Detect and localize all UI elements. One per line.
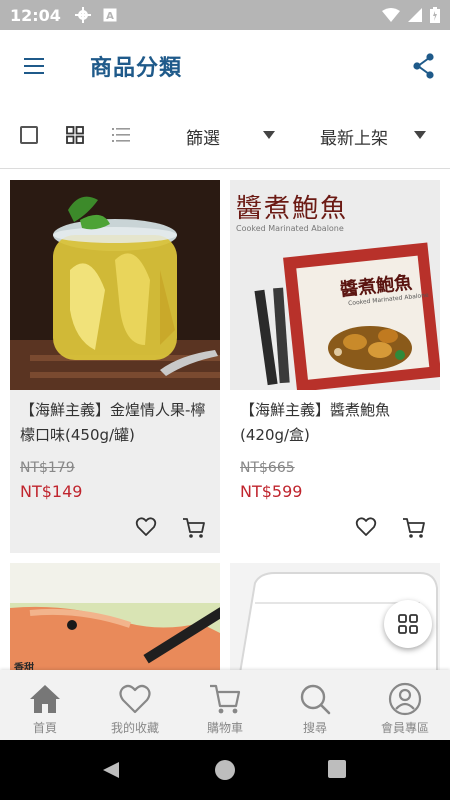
bottom-nav: 首頁 我的收藏 購物車 搜尋 會員專區: [0, 670, 450, 740]
battery-icon: [430, 7, 440, 23]
product-card[interactable]: 香甜: [10, 563, 220, 673]
nav-favorites[interactable]: 我的收藏: [90, 670, 180, 740]
nav-label: 搜尋: [302, 721, 327, 735]
gear-icon: [74, 7, 91, 23]
heart-icon[interactable]: [355, 516, 377, 538]
nav-label: 會員專區: [380, 721, 429, 735]
product-image[interactable]: [10, 563, 220, 673]
grid-apps-button[interactable]: [384, 600, 432, 648]
back-icon[interactable]: [101, 760, 121, 780]
status-bar: 12:04 A: [0, 0, 450, 30]
sale-price: NT$599: [240, 482, 303, 501]
product-name[interactable]: 【海鮮主義】醬煮鮑魚(420g/盒): [240, 398, 436, 448]
product-card[interactable]: 醬煮鮑魚 Cooked Marinated Abalone 醬煮鮑魚 Cooke…: [230, 180, 440, 553]
sort-label: 最新上架: [320, 128, 388, 149]
product-card[interactable]: 【海鮮主義】金煌情人果-檸檬口味(450g/罐) NT$179 NT$149: [10, 180, 220, 553]
filter-dropdown[interactable]: 篩選: [186, 122, 276, 150]
list-view-icon[interactable]: [112, 126, 130, 144]
app-bar: 商品分類: [0, 30, 450, 102]
system-nav-bar: [0, 740, 450, 800]
add-to-cart-icon[interactable]: [402, 516, 426, 540]
status-time: 12:04: [10, 5, 61, 25]
nav-label: 我的收藏: [110, 721, 159, 735]
original-price: NT$179: [20, 460, 75, 476]
wifi-icon: [382, 8, 400, 22]
filter-label: 篩選: [186, 128, 220, 149]
caret-down-icon: [414, 131, 426, 139]
home-circle-icon[interactable]: [215, 760, 235, 780]
heart-icon[interactable]: [135, 516, 157, 538]
product-image-subtitle: Cooked Marinated Abalone: [236, 224, 344, 233]
hamburger-menu-icon[interactable]: [22, 54, 48, 78]
original-price: NT$665: [240, 460, 295, 476]
nav-home[interactable]: 首頁: [0, 670, 90, 740]
add-to-cart-icon[interactable]: [182, 516, 206, 540]
nav-label: 首頁: [32, 721, 57, 735]
nav-search[interactable]: 搜尋: [270, 670, 360, 740]
svg-text:A: A: [106, 11, 114, 22]
page-title: 商品分類: [90, 56, 183, 81]
grid-view-icon[interactable]: [66, 126, 84, 144]
select-checkbox[interactable]: [20, 126, 38, 144]
user-icon: [388, 682, 422, 716]
nav-member[interactable]: 會員專區: [360, 670, 450, 740]
heart-icon: [119, 684, 151, 714]
a-letter-icon: A: [103, 8, 117, 22]
product-image-title: 醬煮鮑魚: [236, 194, 349, 224]
nav-cart[interactable]: 購物車: [180, 670, 270, 740]
home-icon: [30, 685, 60, 713]
toolbar-divider: [0, 168, 450, 169]
recent-apps-icon[interactable]: [328, 760, 346, 778]
product-name[interactable]: 【海鮮主義】金煌情人果-檸檬口味(450g/罐): [20, 398, 216, 448]
share-icon[interactable]: [412, 52, 436, 80]
product-image[interactable]: 醬煮鮑魚 Cooked Marinated Abalone 醬煮鮑魚 Cooke…: [230, 180, 440, 390]
search-icon: [300, 684, 331, 715]
sort-dropdown[interactable]: 最新上架: [320, 122, 430, 150]
caret-down-icon: [263, 131, 275, 139]
signal-icon: [408, 8, 422, 22]
grid-apps-icon: [398, 614, 418, 634]
filter-toolbar: 篩選 最新上架: [0, 110, 450, 162]
nav-label: 購物車: [206, 721, 243, 735]
product-image[interactable]: [10, 180, 220, 390]
cart-icon: [210, 684, 241, 714]
sale-price: NT$149: [20, 482, 83, 501]
